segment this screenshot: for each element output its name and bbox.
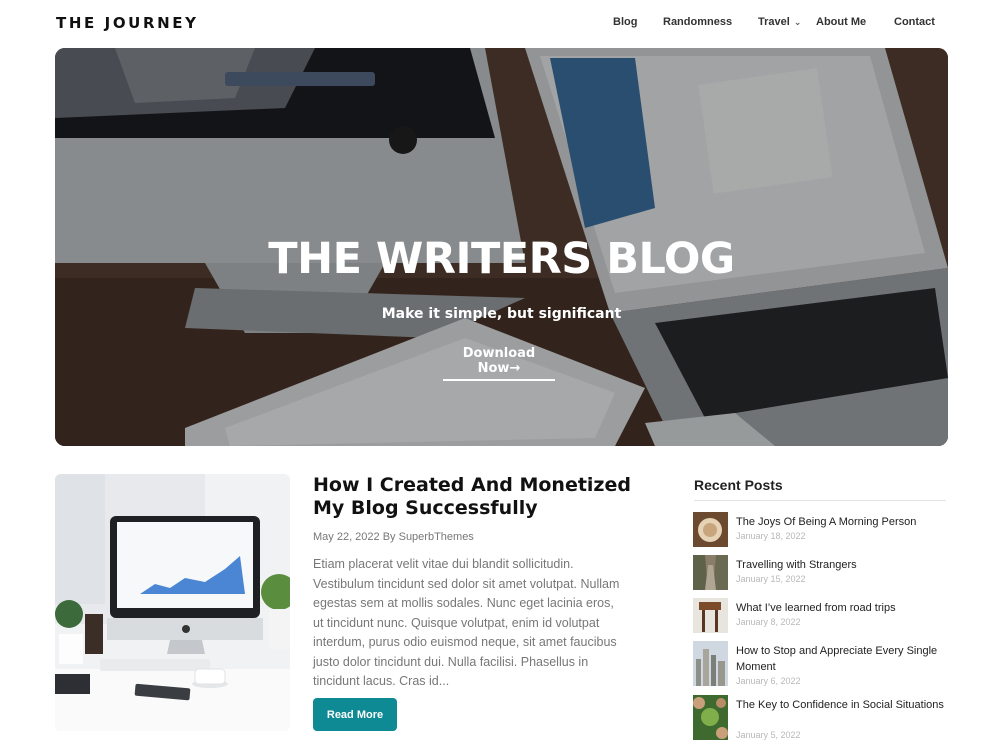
recent-post-date: January 6, 2022 (736, 676, 801, 686)
post-meta: May 22, 2022 By SuperbThemes (313, 531, 474, 543)
recent-post-thumbnail (693, 641, 728, 686)
nav-item-blog[interactable]: Blog (613, 16, 637, 28)
sidebar-divider (694, 500, 946, 501)
recent-post-title: Travelling with Strangers (736, 559, 857, 571)
main-nav: Blog Randomness Travel ⌄ About Me Contact (0, 16, 1000, 32)
hero-subtitle: Make it simple, but significant (381, 306, 622, 322)
recent-post-thumbnail (693, 695, 728, 740)
sidebar-title: Recent Posts (694, 477, 783, 493)
recent-post-thumbnail (693, 512, 728, 547)
post-excerpt: Etiam placerat velit vitae dui blandit s… (313, 557, 620, 688)
nav-item-contact[interactable]: Contact (894, 16, 935, 28)
recent-post-date: January 18, 2022 (736, 531, 806, 541)
recent-post-thumbnail (693, 555, 728, 590)
hero-title: THE WRITERS BLOG (268, 234, 735, 284)
arrow-right-icon: → (509, 361, 521, 376)
nav-item-about-me[interactable]: About Me (816, 16, 866, 28)
nav-item-randomness[interactable]: Randomness (663, 16, 732, 28)
recent-post-title: The Key to Confidence in Social Situatio… (736, 699, 944, 711)
recent-post-item[interactable]: The Key to Confidence in Social Situatio… (693, 695, 948, 743)
recent-post-title: How to Stop and Appreciate Every Single … (736, 645, 938, 673)
download-now-label: Download Now (462, 346, 536, 376)
recent-post-date: January 8, 2022 (736, 617, 801, 627)
recent-post-date: January 5, 2022 (736, 730, 801, 740)
nav-item-travel[interactable]: Travel ⌄ (758, 16, 801, 28)
post-title[interactable]: How I Created And Monetized My Blog Succ… (313, 474, 633, 520)
recent-post-item[interactable]: What I’ve learned from road trips Januar… (693, 598, 948, 634)
post-thumbnail[interactable] (55, 474, 290, 731)
site-header: THE JOURNEY Blog Randomness Travel ⌄ Abou… (0, 0, 1000, 48)
recent-post-title: What I’ve learned from road trips (736, 602, 896, 614)
recent-post-item[interactable]: The Joys Of Being A Morning Person Janua… (693, 512, 948, 548)
chevron-down-icon: ⌄ (793, 17, 802, 27)
post-thumbnail-image (55, 474, 290, 731)
hero-banner: THE WRITERS BLOG Make it simple, but sig… (55, 48, 948, 446)
download-now-link[interactable]: Download Now→ (443, 346, 555, 381)
read-more-button[interactable]: Read More (313, 698, 397, 731)
nav-item-travel-label: Travel (758, 16, 790, 28)
recent-post-thumbnail (693, 598, 728, 633)
recent-post-date: January 15, 2022 (736, 574, 806, 584)
recent-post-title: The Joys Of Being A Morning Person (736, 516, 917, 528)
recent-post-item[interactable]: Travelling with Strangers January 15, 20… (693, 555, 948, 591)
recent-post-item[interactable]: How to Stop and Appreciate Every Single … (693, 641, 948, 689)
